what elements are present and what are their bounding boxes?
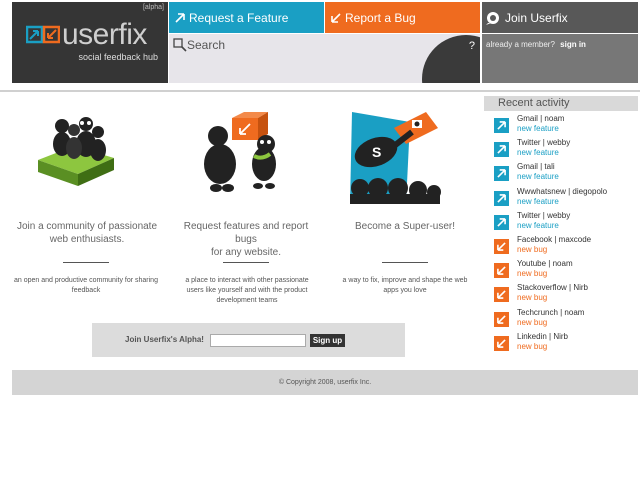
feature-arrow-icon xyxy=(494,118,509,133)
activity-site-user[interactable]: Facebook | maxcode xyxy=(517,235,591,244)
activity-site-user[interactable]: Twitter | webby xyxy=(517,138,570,147)
search-placeholder: Search xyxy=(187,38,226,52)
activity-item[interactable]: Gmail | noam new feature xyxy=(494,114,638,138)
activity-item[interactable]: Facebook | maxcode new bug xyxy=(494,235,638,259)
arrow-up-right-icon xyxy=(175,12,185,23)
feedback-description: a place to interact with other passionat… xyxy=(185,277,309,304)
report-bug-label: Report a Bug xyxy=(345,10,416,25)
bug-arrow-icon xyxy=(494,335,509,351)
logo-arrows-icon xyxy=(26,25,60,44)
activity-item[interactable]: Linkedin | Nirb new bug xyxy=(494,332,638,356)
activity-type: new bug xyxy=(517,269,548,279)
bug-arrow-icon xyxy=(494,287,509,303)
activity-item[interactable]: Stackoverflow | Nirb new bug xyxy=(494,283,638,307)
activity-type: new feature xyxy=(517,148,559,158)
feature-arrow-icon xyxy=(494,190,509,206)
activity-type: new feature xyxy=(517,196,559,206)
member-prompt-text: already a member? xyxy=(486,40,555,49)
member-prompt: already a member? sign in xyxy=(486,40,586,49)
bug-arrow-icon xyxy=(494,263,509,279)
help-icon[interactable]: ? xyxy=(469,40,475,52)
alpha-tag: [alpha] xyxy=(142,4,164,11)
activity-item[interactable]: Wwwhatsnew | diegopolo new feature xyxy=(494,187,638,211)
activity-site-user[interactable]: Gmail | tali xyxy=(517,162,555,171)
feedback-divider xyxy=(223,262,269,263)
activity-site-user[interactable]: Linkedin | Nirb xyxy=(517,332,568,341)
svg-text:S: S xyxy=(372,144,381,160)
activity-item[interactable]: Techcrunch | noam new bug xyxy=(494,308,638,332)
header-divider xyxy=(0,90,640,92)
search-input[interactable]: Search xyxy=(173,38,225,52)
feedback-title: Request features and report bugs for any… xyxy=(171,220,321,259)
signup-button[interactable]: Sign up xyxy=(310,334,345,347)
feature-arrow-icon xyxy=(494,214,509,230)
activity-item[interactable]: Youtube | noam new bug xyxy=(494,259,638,283)
sign-in-link[interactable]: sign in xyxy=(560,40,586,49)
member-area: already a member? sign in xyxy=(482,34,638,83)
bug-arrow-icon xyxy=(494,238,509,254)
logo[interactable]: userfix xyxy=(26,20,147,50)
activity-site-user[interactable]: Techcrunch | noam xyxy=(517,308,584,317)
feature-arrow-icon xyxy=(494,166,509,182)
activity-type: new bug xyxy=(517,317,548,327)
activity-type: new feature xyxy=(517,220,559,230)
community-illustration-icon xyxy=(38,117,114,186)
superuser-divider xyxy=(382,262,428,263)
logo-block[interactable]: [alpha] userfix social feedback hub xyxy=(12,2,168,83)
activity-type: new feature xyxy=(517,172,559,182)
activity-site-user[interactable]: Wwwhatsnew | diegopolo xyxy=(517,187,607,196)
request-feature-label: Request a Feature xyxy=(189,10,289,25)
activity-item[interactable]: Twitter | webby new feature xyxy=(494,138,638,162)
signup-bar: Join Userfix's Alpha! Sign up xyxy=(92,323,405,357)
recent-activity-title: Recent activity xyxy=(484,96,638,111)
footer: © Copyright 2008, userfix Inc. xyxy=(12,370,638,395)
activity-site-user[interactable]: Youtube | noam xyxy=(517,259,573,268)
arrow-down-left-icon xyxy=(331,12,341,23)
join-userfix-label: Join Userfix xyxy=(505,10,568,25)
activity-site-user[interactable]: Twitter | webby xyxy=(517,211,570,220)
signup-email-input[interactable] xyxy=(210,334,306,347)
activity-site-user[interactable]: Gmail | noam xyxy=(517,114,564,123)
community-title: Join a community of passionate web enthu… xyxy=(16,221,158,245)
feedback-title-line-2: bugs xyxy=(235,234,257,245)
superuser-description: a way to fix, improve and shape the web … xyxy=(342,277,468,294)
search-area: Search ? xyxy=(169,34,480,83)
activity-item[interactable]: Twitter | webby new feature xyxy=(494,211,638,235)
recent-activity-list: Gmail | noam new feature Twitter | webby ne… xyxy=(494,114,638,356)
signup-label: Join Userfix's Alpha! xyxy=(125,335,204,344)
request-feature-button[interactable]: Request a Feature xyxy=(169,2,324,33)
superuser-title: Become a Super-user! xyxy=(354,221,456,232)
community-divider xyxy=(63,262,109,263)
activity-site-user[interactable]: Stackoverflow | Nirb xyxy=(517,283,588,292)
feedback-illustration-icon xyxy=(204,112,276,192)
feature-arrow-icon xyxy=(494,142,509,158)
report-bug-button[interactable]: Report a Bug xyxy=(325,2,480,33)
search-icon xyxy=(173,38,187,52)
activity-type: new feature xyxy=(517,124,559,133)
join-userfix-button[interactable]: Join Userfix xyxy=(482,2,638,33)
chat-bubble-icon xyxy=(486,11,499,25)
logo-wordmark: userfix xyxy=(62,18,147,51)
copyright-text: © Copyright 2008, userfix Inc. xyxy=(278,379,372,386)
feedback-title-line-3: for any website. xyxy=(210,247,282,258)
activity-type: new bug xyxy=(517,244,548,254)
feedback-title-line-1: Request features and report xyxy=(183,221,309,232)
community-description: an open and productive community for sha… xyxy=(14,277,158,294)
logo-tagline: social feedback hub xyxy=(78,52,158,62)
activity-item[interactable]: Gmail | tali new feature xyxy=(494,162,638,186)
superuser-illustration-icon: S xyxy=(350,112,441,204)
activity-type: new bug xyxy=(517,341,548,351)
activity-type: new bug xyxy=(517,293,548,303)
bug-arrow-icon xyxy=(494,311,509,327)
